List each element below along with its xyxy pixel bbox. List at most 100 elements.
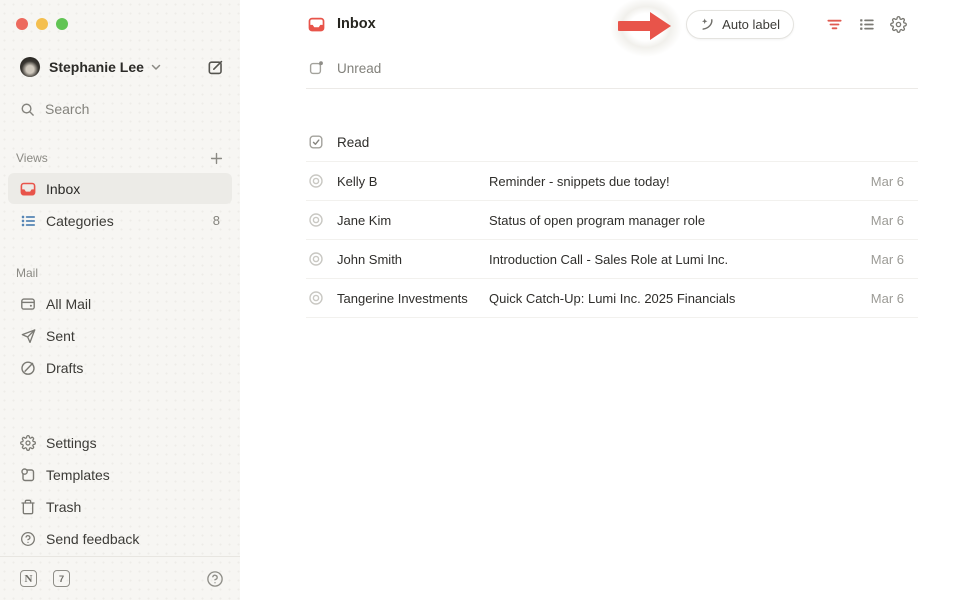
sidebar-item-label: All Mail	[46, 296, 91, 312]
read-status-icon	[308, 212, 324, 228]
settings-gear-icon	[890, 16, 907, 33]
notion-logo-button[interactable]: N	[20, 570, 37, 587]
mail-list: All Mail Sent Drafts	[0, 287, 240, 384]
read-status-icon	[308, 290, 324, 306]
email-row[interactable]: Tangerine Investments Quick Catch-Up: Lu…	[240, 279, 960, 317]
minimize-window-button[interactable]	[36, 18, 48, 30]
right-arrow-icon	[618, 9, 672, 43]
email-date: Mar 6	[871, 174, 904, 189]
profile-name: Stephanie Lee	[49, 59, 144, 75]
read-checkbox-icon	[308, 134, 324, 150]
trash-icon	[20, 499, 36, 515]
categories-icon	[20, 213, 36, 229]
sidebar-item-all-mail[interactable]: All Mail	[8, 288, 232, 319]
sidebar-item-label: Inbox	[46, 181, 80, 197]
email-row[interactable]: Jane Kim Status of open program manager …	[240, 201, 960, 239]
inbox-icon	[308, 16, 325, 33]
compose-button[interactable]	[207, 59, 224, 76]
plus-icon	[209, 151, 224, 166]
sidebar-item-label: Send feedback	[46, 531, 139, 547]
inbox-icon	[20, 181, 36, 197]
sidebar-item-settings[interactable]: Settings	[8, 427, 232, 458]
sidebar-item-label: Drafts	[46, 360, 83, 376]
help-button[interactable]	[206, 570, 224, 588]
search-button[interactable]: Search	[20, 96, 224, 122]
list-view-button[interactable]	[854, 12, 878, 36]
add-view-button[interactable]	[209, 151, 224, 166]
filter-button[interactable]	[822, 12, 846, 36]
account-switcher[interactable]: Stephanie Lee	[20, 54, 224, 80]
auto-label-label: Auto label	[722, 17, 780, 32]
sidebar-item-label: Templates	[46, 467, 110, 483]
views-section-header: Views	[16, 148, 224, 168]
mail-section-header: Mail	[16, 263, 224, 283]
sidebar-item-categories[interactable]: Categories 8	[8, 205, 232, 236]
filter-icon	[826, 16, 843, 33]
templates-icon	[20, 467, 36, 483]
help-circle-icon	[20, 531, 36, 547]
mail-app-window: Stephanie Lee Search Views Inbox	[0, 0, 960, 600]
inbox-toolbar: Auto label	[618, 3, 910, 45]
sidebar-item-label: Categories	[46, 213, 114, 229]
unread-group-header[interactable]: Unread	[240, 48, 960, 88]
group-label: Read	[337, 135, 369, 150]
drafts-icon	[20, 360, 36, 376]
email-row[interactable]: John Smith Introduction Call - Sales Rol…	[240, 240, 960, 278]
search-icon	[20, 102, 35, 117]
window-controls	[0, 0, 240, 30]
calendar-icon[interactable]: 7	[53, 570, 70, 587]
sidebar-item-send-feedback[interactable]: Send feedback	[8, 523, 232, 554]
read-status-icon	[308, 251, 324, 267]
email-sender: John Smith	[337, 252, 489, 267]
email-subject: Introduction Call - Sales Role at Lumi I…	[489, 252, 855, 267]
all-mail-icon	[20, 296, 36, 312]
search-label: Search	[45, 101, 89, 117]
sidebar-item-label: Settings	[46, 435, 97, 451]
sent-icon	[20, 328, 36, 344]
inbox-panel: Inbox Auto label	[240, 0, 960, 600]
auto-label-button[interactable]: Auto label	[686, 10, 794, 39]
tools-list: Settings Templates Trash Send feedback	[0, 426, 240, 555]
row-divider	[306, 317, 918, 318]
views-section-title: Views	[16, 151, 48, 165]
email-subject: Reminder - snippets due today!	[489, 174, 855, 189]
email-date: Mar 6	[871, 291, 904, 306]
close-window-button[interactable]	[16, 18, 28, 30]
read-status-icon	[308, 173, 324, 189]
settings-gear-icon	[20, 435, 36, 451]
email-date: Mar 6	[871, 213, 904, 228]
email-sender: Jane Kim	[337, 213, 489, 228]
email-subject: Quick Catch-Up: Lumi Inc. 2025 Financial…	[489, 291, 855, 306]
zoom-window-button[interactable]	[56, 18, 68, 30]
email-date: Mar 6	[871, 252, 904, 267]
sidebar-item-drafts[interactable]: Drafts	[8, 352, 232, 383]
help-circle-icon	[206, 570, 224, 588]
user-avatar	[20, 57, 40, 77]
sidebar-item-label: Trash	[46, 499, 81, 515]
read-group-header[interactable]: Read	[240, 123, 960, 161]
sidebar: Stephanie Lee Search Views Inbox	[0, 0, 240, 600]
sidebar-item-templates[interactable]: Templates	[8, 459, 232, 490]
auto-label-sparkle-icon	[700, 17, 715, 32]
mail-section-title: Mail	[16, 266, 38, 280]
page-title: Inbox	[337, 16, 376, 32]
sidebar-item-label: Sent	[46, 328, 75, 344]
email-subject: Status of open program manager role	[489, 213, 855, 228]
sidebar-item-inbox[interactable]: Inbox	[8, 173, 232, 204]
email-sender: Tangerine Investments	[337, 291, 489, 306]
sidebar-item-trash[interactable]: Trash	[8, 491, 232, 522]
email-sender: Kelly B	[337, 174, 489, 189]
compose-icon	[207, 59, 224, 76]
categories-count-badge: 8	[213, 213, 220, 228]
email-row[interactable]: Kelly B Reminder - snippets due today! M…	[240, 162, 960, 200]
sidebar-item-sent[interactable]: Sent	[8, 320, 232, 351]
inbox-header: Inbox Auto label	[240, 0, 960, 48]
view-settings-button[interactable]	[886, 12, 910, 36]
views-list: Inbox Categories 8	[0, 172, 240, 237]
sidebar-footer: N 7	[0, 556, 240, 600]
chevron-down-icon	[151, 64, 161, 71]
red-arrow-annotation	[618, 9, 672, 45]
list-view-icon	[858, 16, 875, 33]
group-label: Unread	[337, 61, 381, 76]
unread-icon	[308, 60, 324, 76]
